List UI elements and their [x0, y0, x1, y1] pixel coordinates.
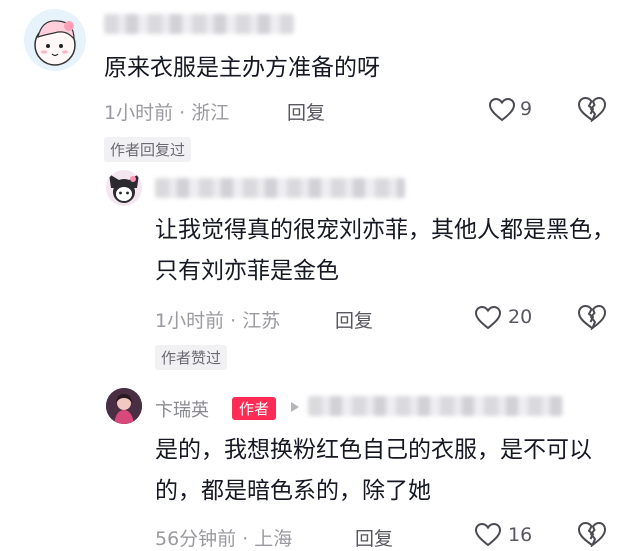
avatar[interactable]: [24, 9, 86, 71]
like-count: 9: [520, 98, 533, 120]
username[interactable]: 卞瑞英: [155, 396, 209, 422]
reply-button[interactable]: 回复: [335, 306, 373, 333]
reply-button[interactable]: 回复: [355, 524, 393, 551]
like-count: 16: [508, 524, 533, 546]
author-tag: 作者: [232, 397, 277, 420]
author-replied-badge: 作者回复过: [104, 137, 192, 162]
broken-heart-outline-icon[interactable]: [578, 305, 606, 330]
comment-meta: 1小时前 · 江苏: [155, 310, 281, 332]
comment-meta: 56分钟前 · 上海: [155, 528, 293, 550]
comment-meta: 1小时前 · 浙江: [104, 102, 230, 124]
username-blurred: [155, 178, 405, 198]
author-liked-badge: 作者赞过: [155, 345, 228, 370]
comment-text: 是的，我想换粉红色自己的衣服，是不可以的，都是暗色系的，除了她: [155, 437, 592, 504]
heart-outline-icon[interactable]: [475, 306, 501, 330]
heart-outline-icon[interactable]: [475, 523, 501, 547]
like-count: 20: [508, 306, 533, 328]
comment-text: 让我觉得真的很宠刘亦菲，其他人都是黑色，只有刘亦菲是金色: [155, 217, 615, 284]
heart-outline-icon[interactable]: [489, 98, 515, 122]
broken-heart-outline-icon[interactable]: [578, 97, 606, 122]
avatar[interactable]: [106, 170, 142, 206]
play-triangle-icon: [291, 402, 299, 412]
comment-text: 原来衣服是主办方准备的呀: [104, 55, 380, 81]
username-blurred: [104, 14, 294, 34]
reply-button[interactable]: 回复: [287, 98, 325, 125]
username-blurred: [308, 396, 563, 416]
avatar[interactable]: [106, 388, 142, 424]
